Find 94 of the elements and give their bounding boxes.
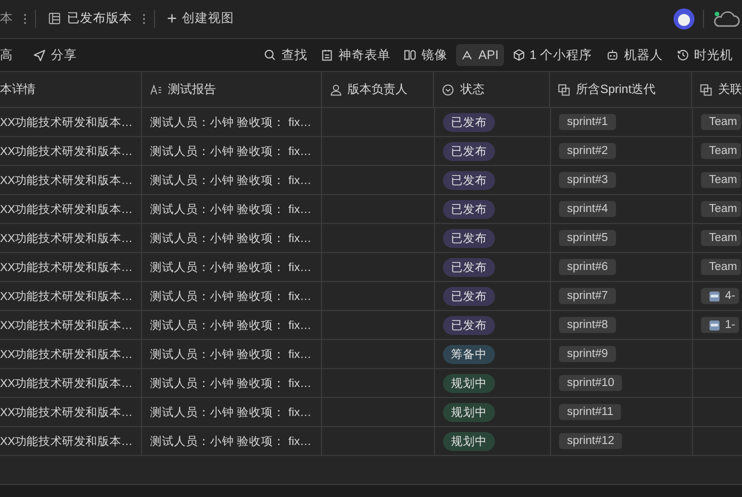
toolbar-button[interactable]: API bbox=[456, 44, 504, 66]
related-tag: Team bbox=[701, 172, 742, 188]
status-icon bbox=[442, 84, 454, 96]
status-tag: 规划中 bbox=[443, 402, 495, 422]
link-icon bbox=[700, 84, 712, 96]
create-view-button[interactable]: + 创建视图 bbox=[167, 10, 234, 28]
table-cell: 测试人员：小钟 验收项： fix… bbox=[142, 340, 322, 368]
cube-icon bbox=[512, 49, 525, 62]
table-cell: XX功能技术研发和版本… bbox=[0, 311, 142, 340]
table-cell: XX功能技术研发和版本… bbox=[0, 340, 142, 368]
table-cell: XX功能技术研发和版本… bbox=[0, 108, 142, 136]
table-cell: XX功能技术研发和版本… bbox=[0, 369, 142, 398]
sprint-tag: sprint#7 bbox=[559, 288, 616, 304]
column-header[interactable]: 本详情 bbox=[0, 72, 142, 108]
table-cell: XX功能技术研发和版本… bbox=[0, 166, 142, 194]
table-cell: XX功能技术研发和版本… bbox=[0, 398, 142, 426]
sprint-tag: sprint#3 bbox=[559, 172, 616, 188]
toolbar-button[interactable]: 1 个小程序 bbox=[508, 42, 597, 68]
clipboard-icon bbox=[321, 49, 334, 62]
table-cell: 测试人员：小钟 验收项： fix… bbox=[142, 224, 322, 252]
toolbar-button[interactable]: 时光机 bbox=[672, 42, 738, 68]
related-tag: 1- bbox=[701, 317, 740, 334]
view-tab[interactable]: 本 bbox=[0, 10, 17, 28]
related-tag: Team bbox=[701, 143, 742, 160]
toolbar-button[interactable]: 查找 bbox=[259, 42, 312, 68]
table-cell: XX功能技术研发和版本… bbox=[0, 137, 142, 166]
status-tag: 已发布 bbox=[443, 112, 495, 132]
robot-icon bbox=[606, 49, 619, 62]
table-cell: 测试人员：小钟 验收项： fix… bbox=[142, 311, 322, 340]
toolbar-button[interactable]: 分享 bbox=[28, 42, 82, 68]
sprint-tag: sprint#5 bbox=[559, 230, 616, 246]
sprint-tag: sprint#11 bbox=[559, 404, 622, 420]
view-tab[interactable]: 已发布版本 bbox=[48, 10, 136, 28]
table-cell: 测试人员：小钟 验收项： fix… bbox=[142, 137, 322, 166]
sprint-tag: sprint#1 bbox=[559, 114, 616, 130]
column-header[interactable]: 状态 bbox=[434, 72, 550, 108]
related-tag: Team bbox=[701, 201, 742, 218]
table-cell: XX功能技术研发和版本… bbox=[0, 195, 142, 224]
sprint-tag: sprint#4 bbox=[559, 201, 616, 218]
api-icon bbox=[461, 49, 474, 62]
document-icon bbox=[709, 290, 720, 302]
column-header[interactable]: 测试报告 bbox=[142, 72, 322, 108]
status-tag: 已发布 bbox=[443, 258, 495, 277]
toolbar-button[interactable]: 高 bbox=[0, 42, 18, 68]
table-cell: 测试人员：小钟 验收项： fix… bbox=[142, 195, 322, 224]
send-icon bbox=[33, 48, 46, 62]
related-tag: Team bbox=[701, 230, 742, 246]
history-icon bbox=[677, 49, 689, 62]
related-tag: Team bbox=[701, 259, 742, 276]
table-cell: 测试人员：小钟 验收项： fix… bbox=[142, 166, 322, 194]
column-header[interactable]: 所含Sprint迭代 bbox=[550, 72, 692, 108]
toolbar-button[interactable]: 机器人 bbox=[601, 42, 668, 68]
sprint-tag: sprint#9 bbox=[559, 346, 616, 362]
avatar-icon[interactable] bbox=[673, 8, 695, 30]
link-icon bbox=[558, 84, 570, 96]
status-tag: 已发布 bbox=[443, 228, 495, 248]
status-tag: 已发布 bbox=[443, 142, 495, 161]
toolbar-button[interactable]: 神奇表单 bbox=[316, 42, 396, 68]
table-cell: XX功能技术研发和版本… bbox=[0, 253, 142, 282]
table-cell: 测试人员：小钟 验收项： fix… bbox=[142, 398, 322, 426]
table-cell: 测试人员：小钟 验收项： fix… bbox=[142, 253, 322, 282]
text-icon bbox=[150, 84, 162, 96]
column-header[interactable]: 关联 bbox=[692, 72, 742, 108]
column-header[interactable]: 版本负责人 bbox=[322, 72, 434, 108]
document-icon bbox=[709, 320, 720, 331]
status-tag: 筹备中 bbox=[443, 344, 495, 364]
person-icon bbox=[330, 84, 342, 96]
status-tag: 规划中 bbox=[443, 374, 495, 393]
sprint-tag: sprint#10 bbox=[559, 375, 622, 392]
table-cell: XX功能技术研发和版本… bbox=[0, 427, 142, 456]
table-cell: 测试人员：小钟 验收项： fix… bbox=[142, 369, 322, 398]
status-tag: 已发布 bbox=[443, 286, 495, 306]
sprint-tag: sprint#12 bbox=[559, 433, 622, 450]
status-tag: 已发布 bbox=[443, 316, 495, 335]
more-icon[interactable] bbox=[23, 12, 27, 25]
toolbar-button[interactable]: 镜像 bbox=[399, 42, 452, 68]
related-tag: Team bbox=[701, 114, 742, 130]
table-cell: 测试人员：小钟 验收项： fix… bbox=[142, 282, 322, 310]
mirror-icon bbox=[404, 49, 416, 62]
table-cell: XX功能技术研发和版本… bbox=[0, 282, 142, 310]
related-tag: 4- bbox=[701, 288, 740, 304]
sprint-tag: sprint#8 bbox=[559, 317, 616, 334]
status-tag: 已发布 bbox=[443, 170, 495, 190]
cloud-icon[interactable] bbox=[712, 8, 742, 29]
sprint-tag: sprint#2 bbox=[559, 143, 616, 160]
table-cell: 测试人员：小钟 验收项： fix… bbox=[142, 427, 322, 456]
grid-icon bbox=[48, 12, 61, 26]
more-icon[interactable] bbox=[142, 12, 146, 25]
table-cell: XX功能技术研发和版本… bbox=[0, 224, 142, 252]
search-icon bbox=[264, 49, 276, 62]
table-cell: 测试人员：小钟 验收项： fix… bbox=[142, 108, 322, 136]
status-tag: 规划中 bbox=[443, 432, 495, 451]
sprint-tag: sprint#6 bbox=[559, 259, 616, 276]
status-tag: 已发布 bbox=[443, 200, 495, 219]
